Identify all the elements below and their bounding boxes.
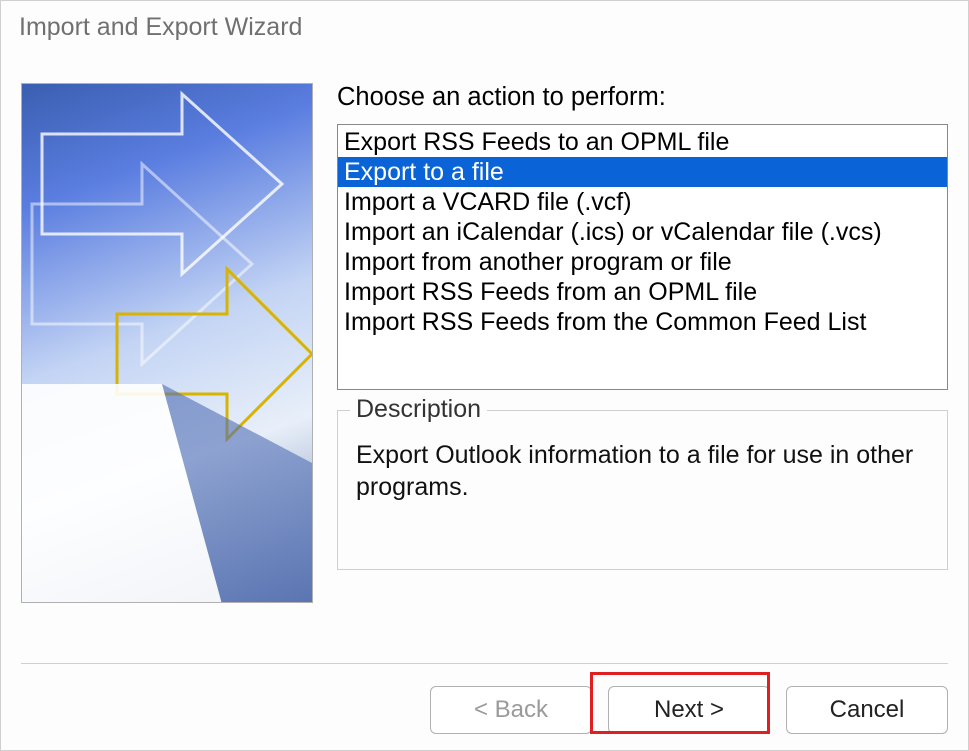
list-item[interactable]: Import an iCalendar (.ics) or vCalendar … bbox=[338, 217, 947, 247]
footer-separator bbox=[21, 663, 948, 664]
right-pane: Choose an action to perform: Export RSS … bbox=[337, 83, 948, 650]
list-item[interactable]: Import a VCARD file (.vcf) bbox=[338, 187, 947, 217]
action-prompt-label: Choose an action to perform: bbox=[337, 83, 948, 112]
list-item[interactable]: Import RSS Feeds from the Common Feed Li… bbox=[338, 307, 947, 337]
description-legend: Description bbox=[350, 395, 487, 424]
list-item[interactable]: Export to a file bbox=[338, 157, 947, 187]
window-title: Import and Export Wizard bbox=[1, 1, 968, 57]
wizard-window: Import and Export Wizard Choose an actio… bbox=[0, 0, 969, 751]
description-text: Export Outlook information to a file for… bbox=[356, 439, 929, 503]
arrow-graphic-icon bbox=[22, 84, 313, 603]
next-button[interactable]: Next > bbox=[608, 686, 770, 734]
list-item[interactable]: Export RSS Feeds to an OPML file bbox=[338, 127, 947, 157]
wizard-graphic bbox=[21, 83, 313, 603]
list-item[interactable]: Import from another program or file bbox=[338, 247, 947, 277]
footer-buttons: < Back Next > Cancel bbox=[414, 686, 948, 734]
action-listbox[interactable]: Export RSS Feeds to an OPML file Export … bbox=[337, 124, 948, 390]
content-area: Choose an action to perform: Export RSS … bbox=[21, 83, 948, 650]
list-item[interactable]: Import RSS Feeds from an OPML file bbox=[338, 277, 947, 307]
cancel-button[interactable]: Cancel bbox=[786, 686, 948, 734]
description-group: Description Export Outlook information t… bbox=[337, 410, 948, 570]
back-button: < Back bbox=[430, 686, 592, 734]
